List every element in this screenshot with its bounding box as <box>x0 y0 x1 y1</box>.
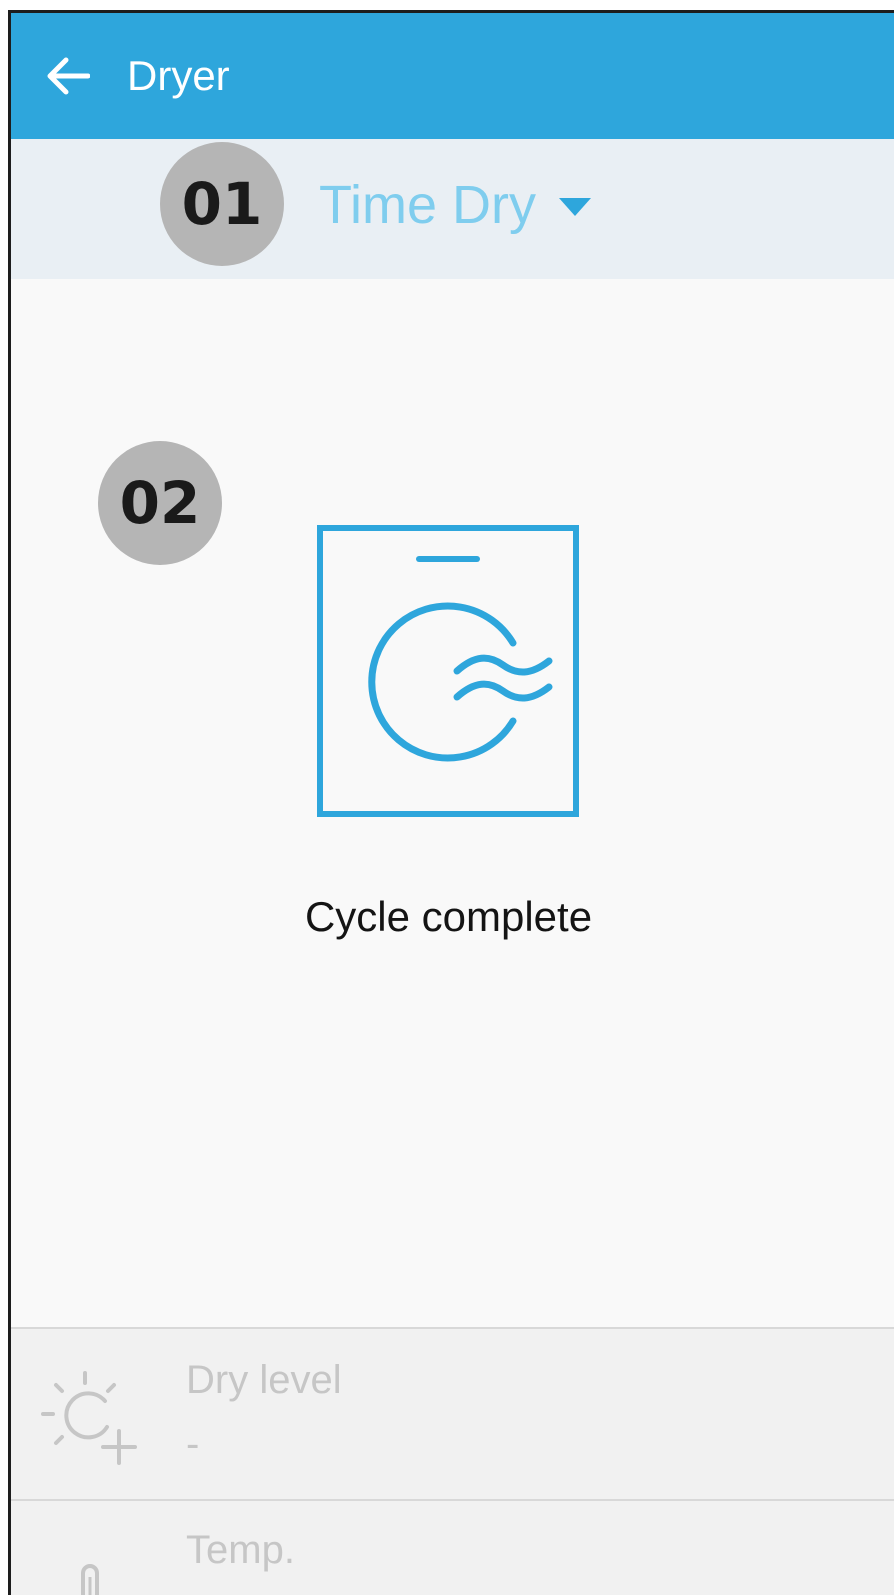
dry-level-value: - <box>186 1422 200 1466</box>
app-screen: Dryer Time Dry 01 02 Cycle complete Dry … <box>8 10 894 1595</box>
cycle-mode-dropdown[interactable]: Time Dry <box>319 169 592 241</box>
caret-down-icon <box>558 198 591 216</box>
dryer-status-icon <box>317 525 579 822</box>
cycle-status-text: Cycle complete <box>304 893 593 940</box>
dry-level-setting[interactable]: Dry level - <box>11 1329 894 1501</box>
arrow-left-icon <box>47 57 90 95</box>
callout-marker-01: 01 <box>160 142 284 266</box>
callout-marker-02: 02 <box>98 441 222 565</box>
settings-list: Dry level - Temp. <box>11 1327 894 1595</box>
cycle-mode-label: Time Dry <box>319 175 536 235</box>
dry-level-label: Dry level <box>186 1358 342 1402</box>
temperature-label: Temp. <box>186 1528 295 1572</box>
page-title: Dryer <box>127 52 230 99</box>
dry-level-icon <box>41 1371 137 1465</box>
dryer-icon <box>317 525 579 817</box>
app-bar: Dryer <box>11 13 894 139</box>
temperature-icon <box>81 1564 99 1595</box>
temperature-setting[interactable]: Temp. <box>11 1501 894 1595</box>
back-button[interactable] <box>41 49 95 103</box>
